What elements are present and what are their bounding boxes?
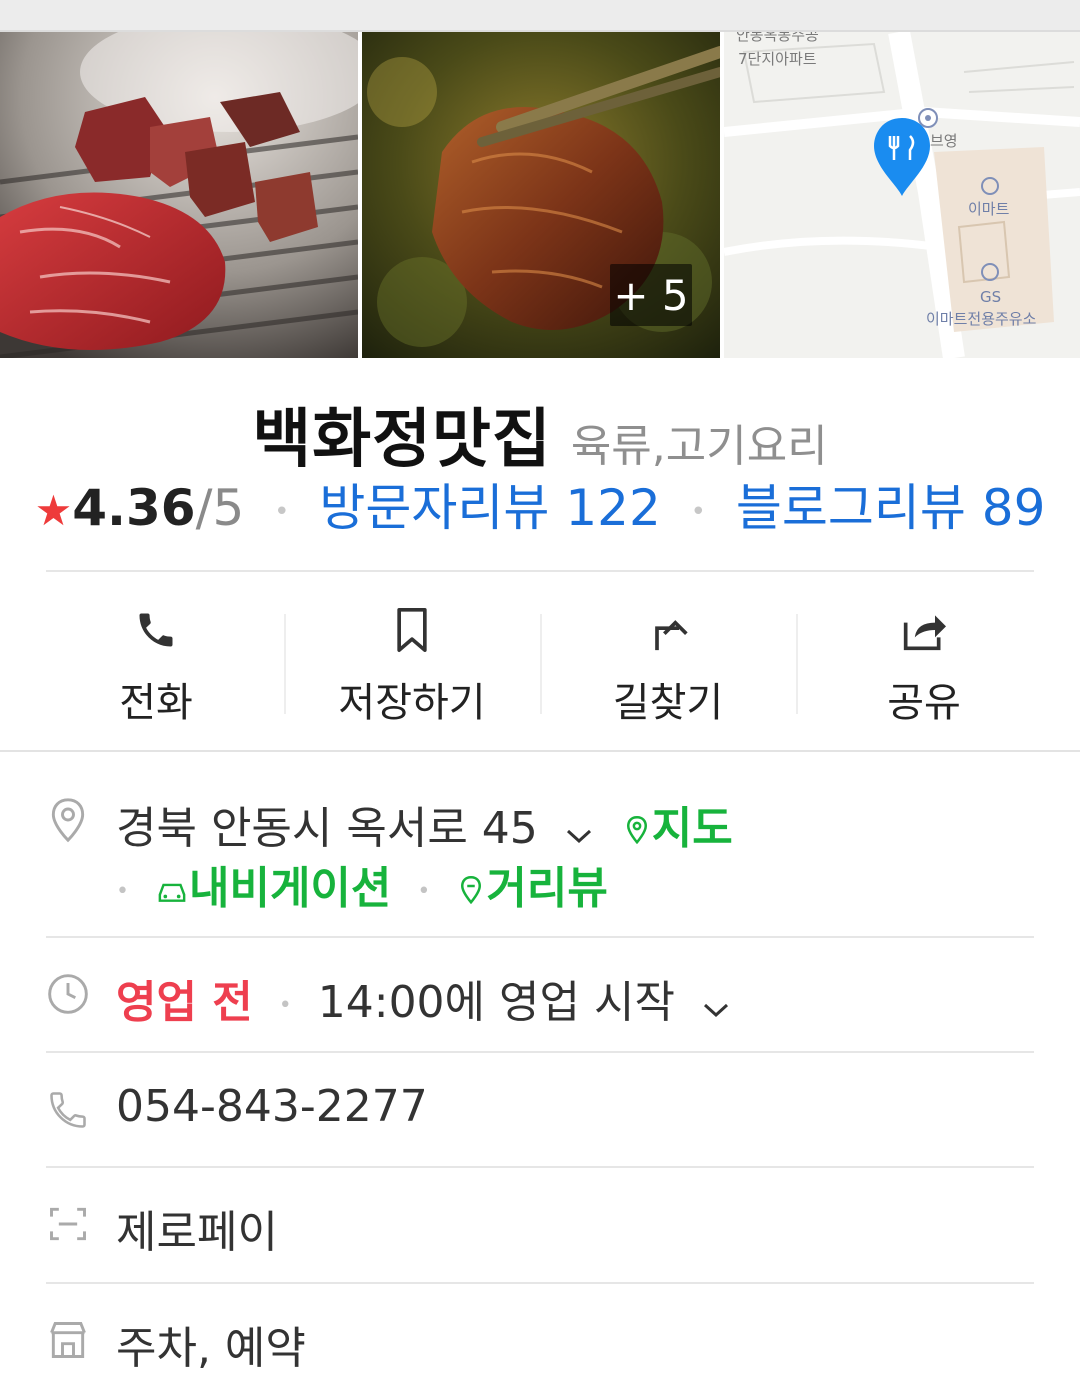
location-pin-icon [46, 796, 90, 843]
photo-strip[interactable]: + 5 안동옥동주공 7단지아파트 브영 이마트 GS 이마트전용주유소 [0, 32, 1080, 358]
divider [46, 1166, 1034, 1168]
store-icon [46, 1318, 90, 1362]
hours-row[interactable]: 영업 전 • 14:00에 영업 시작 [116, 966, 731, 1031]
photo-meat-chopsticks[interactable]: + 5 [362, 32, 720, 358]
car-icon [158, 883, 186, 902]
action-separator [540, 614, 542, 714]
place-name: 백화정맛집 [252, 403, 552, 477]
visitor-reviews-link[interactable]: 방문자리뷰 122 [319, 479, 660, 537]
share-icon [898, 604, 950, 656]
divider [46, 570, 1034, 572]
rating-row: ★4.36/5 • 방문자리뷰 122 • 블로그리뷰 89 [0, 468, 1080, 540]
street-view-label: 거리뷰 [486, 863, 608, 914]
amenities: 주차, 예약 [116, 1323, 306, 1374]
address-links-row: • 내비게이션 • 거리뷰 [116, 852, 608, 916]
map-label-apartment-2: 7단지아파트 [738, 50, 817, 68]
place-category: 육류,고기요리 [570, 421, 828, 472]
directions-button[interactable]: 길찾기 [540, 574, 796, 750]
payment-method: 제로페이 [116, 1207, 278, 1258]
map-pin-icon [626, 815, 647, 845]
separator-dot: • [690, 496, 706, 527]
action-separator [284, 614, 286, 714]
chevron-down-icon[interactable] [564, 806, 594, 857]
divider [46, 936, 1034, 938]
directions-arrow-icon [642, 604, 694, 656]
share-label: 공유 [887, 680, 961, 726]
map-label-store: 이마트 [968, 200, 1010, 218]
phone-outline-icon [46, 1088, 90, 1132]
action-bar: 전화 저장하기 길찾기 공유 [28, 574, 1052, 750]
street-view-link[interactable]: 거리뷰 [456, 863, 608, 914]
navigation-link[interactable]: 내비게이션 [155, 863, 405, 914]
divider [46, 1051, 1034, 1053]
clock-icon [46, 972, 90, 1016]
action-separator [796, 614, 798, 714]
phone-number[interactable]: 054-843-2277 [116, 1081, 428, 1132]
divider [46, 1282, 1034, 1284]
top-status-strip [0, 0, 1080, 32]
separator-dot: • [116, 878, 129, 904]
map-label-apartment-1: 안동옥동주공 [736, 32, 819, 44]
scan-pay-icon [46, 1202, 90, 1246]
map-label-gas-2: 이마트전용주유소 [926, 310, 1037, 328]
street-view-icon [461, 875, 482, 905]
share-button[interactable]: 공유 [796, 574, 1052, 750]
navigation-label: 내비게이션 [188, 863, 392, 914]
directions-label: 길찾기 [612, 680, 724, 726]
bookmark-icon [386, 604, 438, 656]
business-status: 영업 전 [116, 977, 253, 1028]
chevron-down-icon[interactable] [701, 980, 731, 1031]
map-label-partial: 브영 [930, 132, 958, 150]
rating-out-of: /5 [195, 479, 245, 537]
separator-dot: • [278, 992, 292, 1018]
map-link-label: 지도 [651, 803, 733, 854]
save-label: 저장하기 [338, 680, 486, 726]
rating-star-icon: ★ [34, 486, 73, 535]
location-map-thumbnail[interactable]: 안동옥동주공 7단지아파트 브영 이마트 GS 이마트전용주유소 [724, 32, 1080, 358]
separator-dot: • [274, 496, 290, 527]
opening-time: 14:00에 영업 시작 [317, 977, 675, 1028]
call-label: 전화 [119, 680, 193, 726]
place-title-row: 백화정맛집 육류,고기요리 [0, 388, 1080, 480]
section-divider [0, 750, 1080, 752]
photo-beef-grill[interactable] [0, 32, 358, 358]
separator-dot: • [417, 878, 431, 904]
map-link[interactable]: 지도 [622, 803, 733, 854]
blog-reviews-link[interactable]: 블로그리뷰 89 [736, 479, 1046, 537]
address-text: 경북 안동시 옥서로 45 [116, 803, 538, 854]
call-button[interactable]: 전화 [28, 574, 284, 750]
map-label-gas-1: GS [980, 288, 1001, 306]
address-row: 경북 안동시 옥서로 45 지도 [116, 792, 733, 857]
rating-score: 4.36 [72, 479, 196, 537]
more-photos-badge[interactable]: + 5 [610, 264, 692, 326]
save-button[interactable]: 저장하기 [284, 574, 540, 750]
phone-icon [130, 604, 182, 656]
